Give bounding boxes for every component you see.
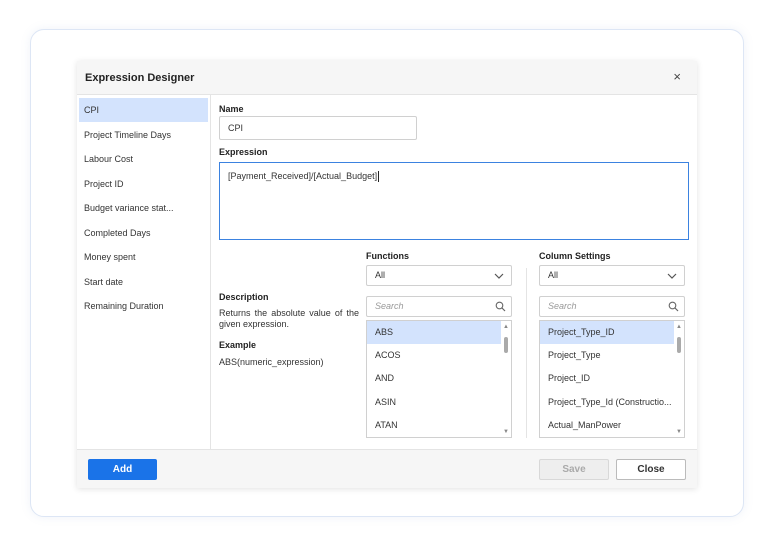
expression-text: [Payment_Received]/[Actual_Budget] — [228, 171, 378, 181]
sidebar-item-completed-days[interactable]: Completed Days — [79, 221, 208, 245]
functions-scrollbar[interactable]: ▲ ▼ — [502, 321, 511, 437]
column-item-project-type-id[interactable]: Project_Type_ID — [540, 321, 674, 344]
columns-select-value: All — [548, 270, 559, 280]
name-label: Name — [219, 104, 244, 114]
sidebar-item-labour-cost[interactable]: Labour Cost — [79, 147, 208, 171]
search-icon — [495, 301, 506, 312]
columns-search-input[interactable]: Search — [539, 296, 685, 317]
function-item-asin[interactable]: ASIN — [367, 391, 501, 414]
column-settings-label: Column Settings — [539, 251, 611, 261]
column-divider — [526, 268, 527, 438]
column-item-project-type-id-construction[interactable]: Project_Type_Id (Constructio... — [540, 391, 674, 414]
description-text: Returns the absolute value of the given … — [219, 308, 359, 329]
chevron-down-icon — [494, 273, 504, 279]
sidebar-item-start-date[interactable]: Start date — [79, 270, 208, 294]
columns-list: Project_Type_ID Project_Type Project_ID … — [539, 320, 685, 438]
columns-search-placeholder: Search — [548, 301, 577, 311]
text-caret — [378, 171, 380, 183]
scroll-down-icon: ▼ — [503, 429, 509, 435]
name-input[interactable]: CPI — [219, 116, 417, 140]
search-icon — [668, 301, 679, 312]
sidebar-item-project-timeline-days[interactable]: Project Timeline Days — [79, 123, 208, 147]
expression-designer-dialog: Expression Designer × CPI Project Timeli… — [77, 61, 697, 488]
functions-select-value: All — [375, 270, 386, 280]
expression-list-sidebar: CPI Project Timeline Days Labour Cost Pr… — [77, 95, 211, 449]
functions-search-input[interactable]: Search — [366, 296, 512, 317]
functions-scroll-thumb[interactable] — [504, 337, 508, 353]
dialog-header: Expression Designer × — [77, 61, 697, 95]
functions-label: Functions — [366, 251, 409, 261]
sidebar-item-cpi[interactable]: CPI — [79, 98, 208, 122]
function-item-atan[interactable]: ATAN — [367, 414, 501, 437]
columns-scrollbar[interactable]: ▲ ▼ — [675, 321, 684, 437]
example-text: ABS(numeric_expression) — [219, 357, 324, 367]
column-item-project-id[interactable]: Project_ID — [540, 367, 674, 390]
expression-textarea[interactable]: [Payment_Received]/[Actual_Budget] — [219, 162, 689, 240]
close-icon[interactable]: × — [673, 69, 681, 84]
dialog-title: Expression Designer — [85, 72, 195, 84]
expression-label: Expression — [219, 147, 268, 157]
description-label: Description — [219, 292, 269, 302]
sidebar-item-remaining-duration[interactable]: Remaining Duration — [79, 294, 208, 318]
add-button[interactable]: Add — [88, 459, 157, 480]
dialog-footer: Add Save Close — [77, 449, 697, 488]
function-item-acos[interactable]: ACOS — [367, 344, 501, 367]
functions-list: ABS ACOS AND ASIN ATAN ▲ ▼ — [366, 320, 512, 438]
function-item-abs[interactable]: ABS — [367, 321, 501, 344]
sidebar-item-project-id[interactable]: Project ID — [79, 172, 208, 196]
save-button[interactable]: Save — [539, 459, 609, 480]
sidebar-item-budget-variance[interactable]: Budget variance stat... — [79, 196, 208, 220]
column-item-actual-manpower[interactable]: Actual_ManPower — [540, 414, 674, 437]
scroll-up-icon: ▲ — [503, 324, 509, 330]
close-button[interactable]: Close — [616, 459, 686, 480]
scroll-up-icon: ▲ — [676, 324, 682, 330]
functions-search-placeholder: Search — [375, 301, 404, 311]
column-item-project-type[interactable]: Project_Type — [540, 344, 674, 367]
chevron-down-icon — [667, 273, 677, 279]
functions-category-select[interactable]: All — [366, 265, 512, 286]
example-label: Example — [219, 340, 257, 350]
sidebar-item-money-spent[interactable]: Money spent — [79, 245, 208, 269]
columns-category-select[interactable]: All — [539, 265, 685, 286]
scroll-down-icon: ▼ — [676, 429, 682, 435]
columns-scroll-thumb[interactable] — [677, 337, 681, 353]
function-item-and[interactable]: AND — [367, 367, 501, 390]
